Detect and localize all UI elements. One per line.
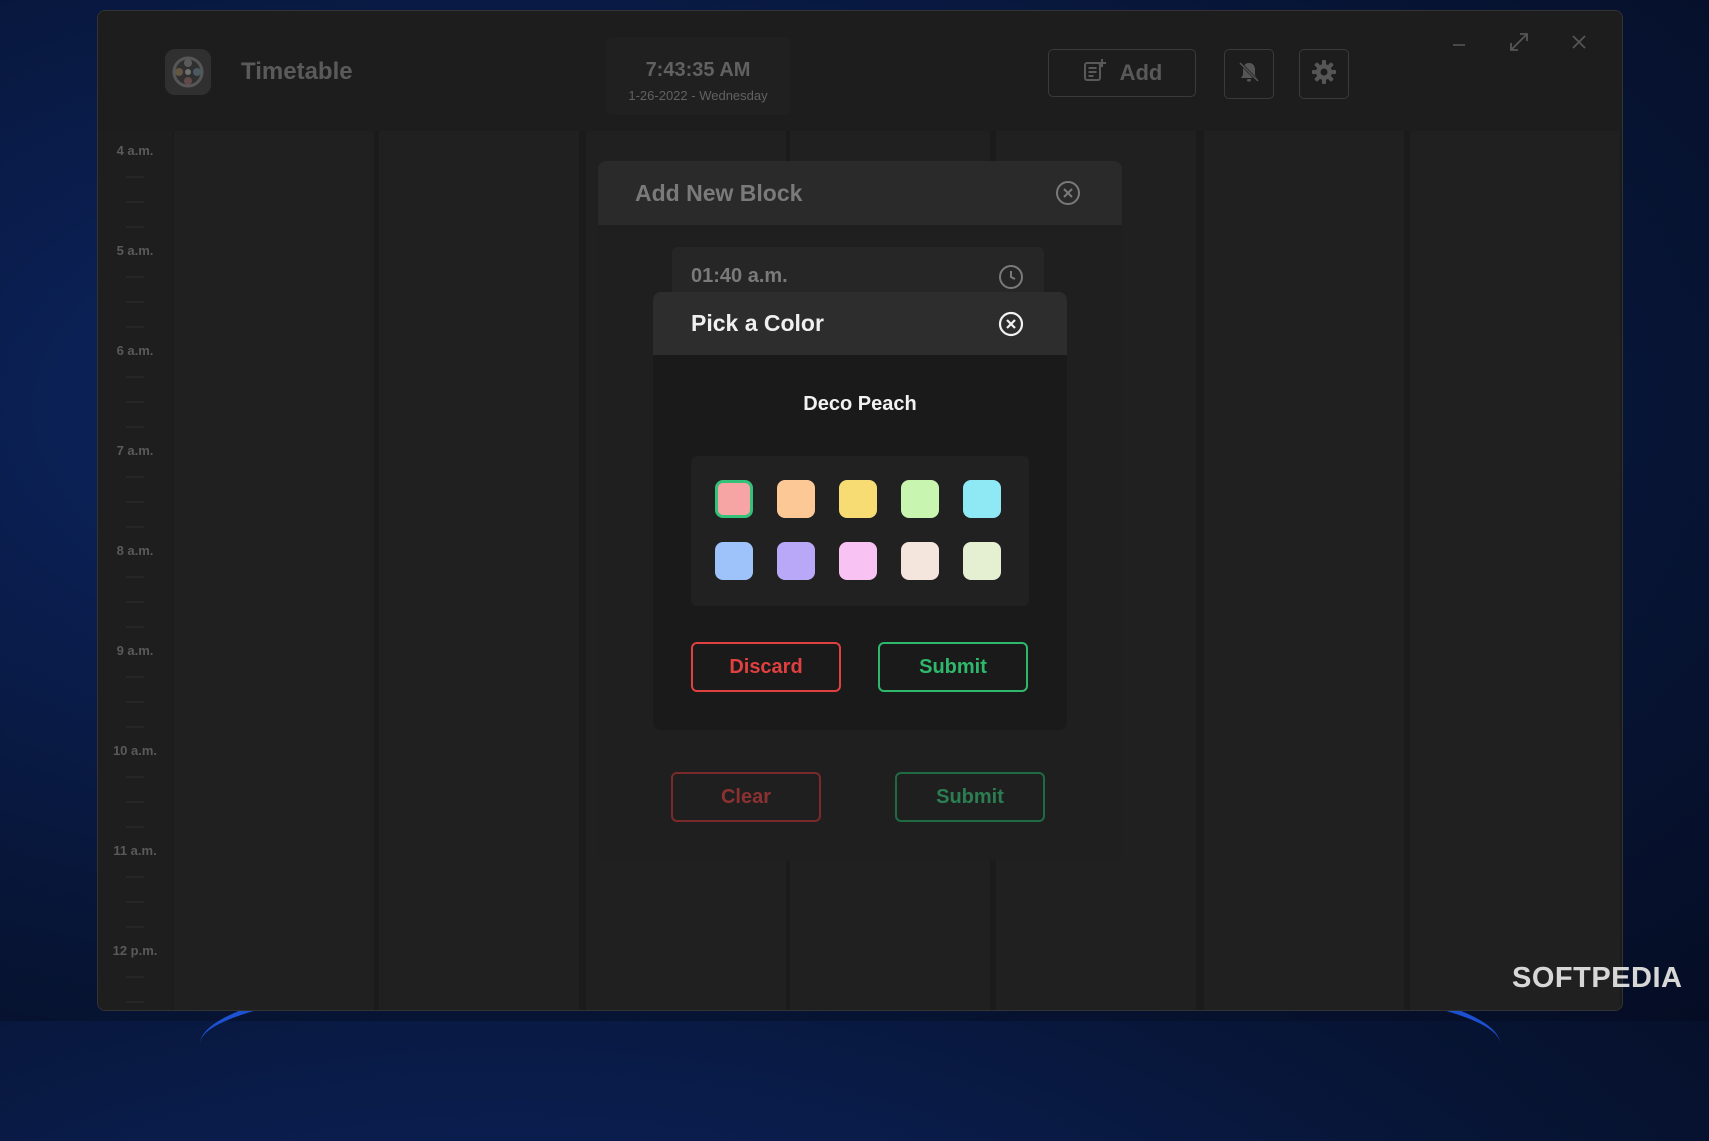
clock-icon	[998, 264, 1024, 295]
color-swatch[interactable]	[715, 480, 753, 518]
close-color-picker-button[interactable]	[998, 311, 1024, 337]
app-window: Timetable 7:43:35 AM 1-26-2022 - Wednesd…	[97, 10, 1623, 1011]
add-block-dialog-header: Add New Block	[598, 161, 1122, 225]
color-swatch[interactable]	[777, 480, 815, 518]
close-circle-icon	[998, 311, 1024, 341]
softpedia-watermark: SOFTPEDIA	[1512, 962, 1683, 994]
color-swatch[interactable]	[901, 542, 939, 580]
color-swatch[interactable]	[777, 542, 815, 580]
swatch-grid	[691, 456, 1029, 606]
color-picker-dialog: Pick a Color Deco Peach Discard Submit	[653, 292, 1067, 730]
add-block-dialog-title: Add New Block	[635, 180, 803, 206]
color-swatch[interactable]	[839, 542, 877, 580]
selected-color-name: Deco Peach	[803, 393, 917, 415]
time-value: 01:40 a.m.	[691, 265, 788, 287]
submit-color-button[interactable]: Submit	[878, 642, 1028, 692]
clear-button[interactable]: Clear	[671, 772, 821, 822]
discard-button[interactable]: Discard	[691, 642, 841, 692]
color-swatch[interactable]	[901, 480, 939, 518]
color-swatch[interactable]	[963, 542, 1001, 580]
color-swatch[interactable]	[839, 480, 877, 518]
color-picker-header: Pick a Color	[653, 292, 1067, 355]
color-swatch[interactable]	[715, 542, 753, 580]
color-swatch[interactable]	[963, 480, 1001, 518]
close-circle-icon	[1055, 181, 1081, 210]
color-picker-title: Pick a Color	[691, 310, 824, 336]
submit-block-button[interactable]: Submit	[895, 772, 1045, 822]
close-dialog-button[interactable]	[1055, 180, 1081, 206]
